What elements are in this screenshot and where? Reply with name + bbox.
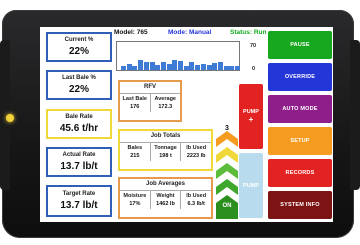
moisture-history-bar [138,60,144,70]
job-totals-tonnage-value: 198 t [159,153,172,159]
status-text: Status: Run [230,29,267,36]
target-rate-box[interactable]: Target Rate 13.7 lb/t [46,185,112,217]
moisture-history-bar [212,63,218,70]
model-text: Model: 765 [114,29,148,36]
job-totals-tonnage-header: Tonnage [154,145,177,151]
display-screen: Current % 22% Last Bale % 22% Bale Rate … [40,27,333,222]
last-bale-percent-label: Last Bale % [62,75,96,81]
history-scale-min: 0 [252,66,256,72]
job-averages-title: Job Averages [120,179,211,191]
job-averages-lb-used-col: lb Used 6.3 lb/t [181,191,211,209]
pump-increase-button[interactable]: PUMP + [239,84,263,149]
moisture-history-bar [217,62,223,70]
bale-rate-label: Bale Rate [65,114,93,120]
speed-chevron-yellow-icon [216,147,238,163]
bale-rate-box: Bale Rate 45.6 t/hr [46,109,112,139]
current-percent-box: Current % 22% [46,32,112,62]
moisture-history-bar [121,66,126,70]
moisture-history-bar [160,62,166,70]
moisture-history-bar [172,60,178,70]
job-averages-weight-col: Weight 1462 lb [151,191,182,209]
history-scale-max: 70 [250,43,257,49]
moisture-history-bar [223,66,229,70]
moisture-history-bar [200,64,206,70]
pump-increase-sign: + [248,115,254,124]
target-rate-value: 13.7 lb/t [60,200,98,211]
pump-decrease-label: PUMP [243,182,259,189]
pump-decrease-button[interactable]: PUMP [239,153,263,218]
actual-rate-box: Actual Rate 13.7 lb/t [46,147,112,177]
rfv-last-bale-col: Last Bale 176 [120,94,151,112]
moisture-history-bar [126,64,132,70]
pump-speed-level: 3 [225,125,229,132]
current-percent-label: Current % [64,37,94,43]
moisture-history-bar [143,62,149,70]
job-averages-panel: Job Averages Moisture 17% Weight 1462 lb… [118,177,213,219]
job-averages-weight-value: 1462 lb [156,201,175,207]
job-totals-bales-header: Bales [127,145,143,151]
moisture-history-bar [195,65,201,70]
speed-chevron-green-icon [216,179,238,195]
job-averages-moisture-col: Moisture 17% [120,191,151,209]
override-button[interactable]: OVERRIDE [268,63,332,91]
speed-chevron-orange-icon [216,131,238,147]
records-button[interactable]: RECORDS [268,159,332,187]
rfv-average-header: Average [154,96,176,102]
moisture-history-bar [235,66,240,70]
bale-rate-value: 45.6 t/hr [59,123,99,134]
job-totals-lb-used-header: lb Used [186,145,207,151]
moisture-history-bar [155,65,161,70]
rfv-average-value: 172.3 [158,104,173,110]
rfv-title: RFV [120,82,180,94]
target-rate-label: Target Rate [62,191,96,197]
job-totals-panel: Job Totals Bales 215 Tonnage 198 t lb Us… [118,129,213,171]
rfv-last-bale-value: 176 [130,104,140,110]
actual-rate-label: Actual Rate [62,152,96,158]
job-averages-weight-header: Weight [156,193,175,199]
job-totals-title: Job Totals [120,131,211,143]
system-info-button[interactable]: SYSTEM INFO [268,191,332,219]
rfv-panel: RFV Last Bale 176 Average 172.3 [118,80,182,122]
job-averages-lb-used-header: lb Used [186,193,207,199]
moisture-history-bar [149,62,155,70]
job-totals-lb-used-col: lb Used 2223 lb [181,143,211,161]
last-bale-percent-box: Last Bale % 22% [46,70,112,100]
auto-mode-button[interactable]: AUTO MODE [268,95,332,123]
bezel-right-grip [350,40,360,190]
rfv-average-col: Average 172.3 [151,94,181,112]
rfv-last-bale-header: Last Bale [122,96,147,102]
job-averages-moisture-value: 17% [129,201,141,207]
moisture-history-bar [183,66,189,70]
moisture-history-bar [178,61,183,70]
moisture-history-bar [189,62,195,70]
job-totals-tonnage-col: Tonnage 198 t [151,143,182,161]
moisture-history-bar [166,64,172,70]
speed-chevron-green-icon [216,163,238,179]
job-totals-bales-col: Bales 215 [120,143,151,161]
current-percent-value: 22% [68,46,89,57]
actual-rate-value: 13.7 lb/t [60,161,98,172]
job-averages-lb-used-value: 6.3 lb/t [187,201,205,207]
pump-on-indicator: ON [222,203,232,209]
power-led-indicator [6,114,14,122]
job-totals-bales-value: 215 [130,153,140,159]
last-bale-percent-value: 22% [68,84,89,95]
pause-button[interactable]: PAUSE [268,31,332,59]
setup-button[interactable]: SETUP [268,127,332,155]
job-averages-moisture-header: Moisture [123,193,147,199]
moisture-history-chart [116,41,240,71]
mode-text: Mode: Manual [168,29,212,36]
moisture-history-bar [229,66,235,70]
moisture-history-bar [132,66,138,70]
moisture-history-bar [206,65,212,70]
job-totals-lb-used-value: 2223 lb [186,153,206,159]
